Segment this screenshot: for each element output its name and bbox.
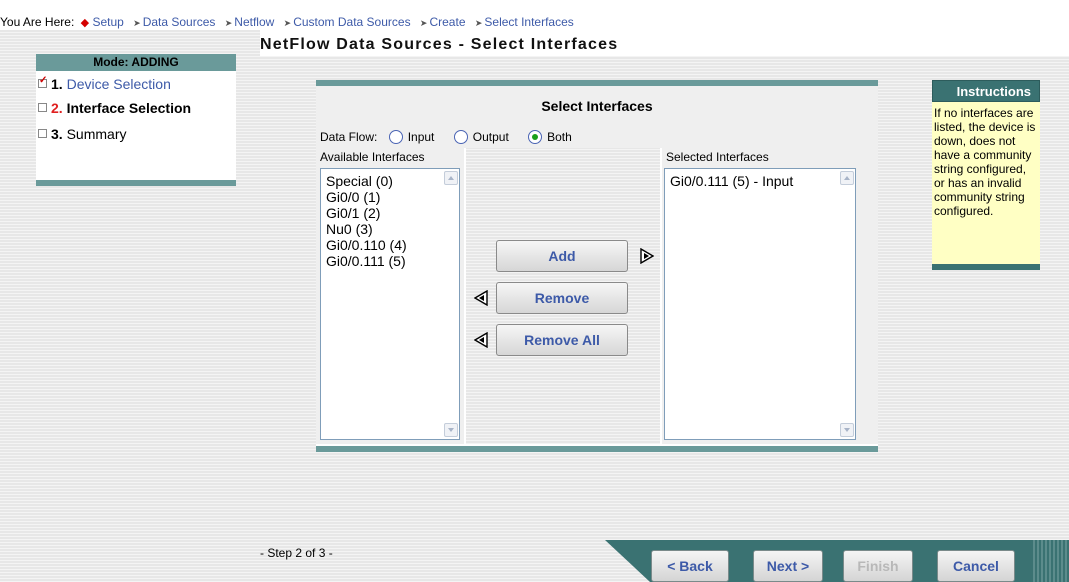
sidebar-step-summary: 3. Summary [36, 126, 126, 142]
radio-input[interactable] [388, 130, 403, 144]
finish-button[interactable]: Finish [843, 550, 913, 582]
mode-title: Mode: ADDING [36, 54, 236, 71]
step-number: 1. [51, 76, 63, 92]
breadcrumb-data-sources[interactable]: Data Sources [143, 15, 216, 29]
checkbox-icon [38, 129, 47, 138]
checkbox-icon [38, 103, 47, 112]
step-label: Summary [66, 126, 127, 142]
selected-caption: Selected Interfaces [666, 150, 769, 164]
chevron-right-icon: ➤ [419, 18, 428, 28]
step-number: 3. [51, 126, 63, 142]
radio-both-label[interactable]: Both [547, 130, 572, 144]
step-label: Interface Selection [66, 100, 192, 116]
action-column: Add Remove Remove All [466, 148, 660, 444]
list-item[interactable]: Gi0/0.111 (5) - Input [670, 173, 855, 189]
list-item[interactable]: Gi0/1 (2) [326, 205, 459, 221]
back-button[interactable]: < Back [651, 550, 729, 582]
remove-all-button[interactable]: Remove All [496, 324, 628, 356]
list-item[interactable]: Gi0/0.110 (4) [326, 237, 459, 253]
step-indicator: - Step 2 of 3 - [260, 546, 333, 560]
remove-button[interactable]: Remove [496, 282, 628, 314]
chevron-right-icon: ➤ [474, 18, 483, 28]
sidebar: Mode: ADDING 1. Device Selection 2. Inte… [0, 30, 260, 582]
footer-band-stripes [1031, 540, 1069, 582]
page-title: NetFlow Data Sources - Select Interfaces [260, 36, 619, 53]
available-column: Available Interfaces Special (0) Gi0/0 (… [316, 148, 464, 444]
instructions-text: If no interfaces are listed, the device … [934, 106, 1036, 218]
panel-bottom-bar [316, 446, 878, 452]
breadcrumb-create[interactable]: Create [429, 15, 465, 29]
breadcrumb-setup[interactable]: Setup [92, 15, 123, 29]
sidebar-step-interface-selection: 2. Interface Selection [36, 100, 191, 116]
footer-nav-bar: < Back Next > Finish Cancel [605, 540, 1069, 582]
instructions-box: Instructions If no interfaces are listed… [932, 80, 1040, 270]
chevron-right-icon: ➤ [283, 18, 292, 28]
data-flow-row: Data Flow: Input Output Both [316, 126, 878, 148]
scroll-up-icon[interactable] [840, 171, 854, 185]
radio-input-label[interactable]: Input [408, 130, 435, 144]
select-interfaces-panel: Select Interfaces Data Flow: Input Outpu… [316, 80, 878, 452]
available-interfaces-list[interactable]: Special (0) Gi0/0 (1) Gi0/1 (2) Nu0 (3) … [320, 168, 460, 440]
add-button[interactable]: Add [496, 240, 628, 272]
radio-output[interactable] [453, 130, 468, 144]
chevron-right-icon: ➤ [224, 18, 233, 28]
mode-panel: Mode: ADDING 1. Device Selection 2. Inte… [36, 54, 236, 186]
double-arrow-right-icon[interactable] [640, 248, 654, 264]
scroll-up-icon[interactable] [444, 171, 458, 185]
list-item[interactable]: Nu0 (3) [326, 221, 459, 237]
instructions-footer [932, 264, 1040, 270]
double-arrow-left-icon[interactable] [474, 332, 488, 348]
radio-output-label[interactable]: Output [473, 130, 509, 144]
step-label[interactable]: Device Selection [67, 76, 171, 92]
list-item[interactable]: Gi0/0 (1) [326, 189, 459, 205]
breadcrumb-custom-data-sources[interactable]: Custom Data Sources [293, 15, 410, 29]
scrollbar[interactable] [839, 169, 855, 439]
mode-panel-footer [36, 180, 236, 186]
chevron-right-icon: ➤ [133, 18, 141, 28]
breadcrumb: You Are Here: ◆ Setup ➤ Data Sources ➤ Net… [0, 0, 1069, 30]
scroll-down-icon[interactable] [840, 423, 854, 437]
radio-both[interactable] [528, 130, 543, 144]
breadcrumb-lead: You Are Here: [0, 15, 75, 29]
sidebar-step-device-selection[interactable]: 1. Device Selection [36, 75, 171, 92]
checkbox-checked-icon [38, 75, 47, 88]
selected-column: Selected Interfaces Gi0/0.111 (5) - Inpu… [662, 148, 878, 444]
breadcrumb-netflow[interactable]: Netflow [234, 15, 274, 29]
list-item[interactable]: Special (0) [326, 173, 459, 189]
diamond-icon: ◆ [80, 17, 90, 29]
selected-interfaces-list[interactable]: Gi0/0.111 (5) - Input [664, 168, 856, 440]
step-number: 2. [51, 100, 63, 116]
lists-area: Available Interfaces Special (0) Gi0/0 (… [316, 148, 878, 444]
scroll-down-icon[interactable] [444, 423, 458, 437]
list-item[interactable]: Gi0/0.111 (5) [326, 253, 459, 269]
breadcrumb-select-interfaces[interactable]: Select Interfaces [484, 15, 573, 29]
instructions-title: Instructions [932, 80, 1040, 102]
next-button[interactable]: Next > [753, 550, 823, 582]
double-arrow-left-icon[interactable] [474, 290, 488, 306]
cancel-button[interactable]: Cancel [937, 550, 1015, 582]
available-caption: Available Interfaces [320, 150, 425, 164]
data-flow-label: Data Flow: [320, 130, 378, 144]
scrollbar[interactable] [443, 169, 459, 439]
panel-title: Select Interfaces [316, 86, 878, 126]
